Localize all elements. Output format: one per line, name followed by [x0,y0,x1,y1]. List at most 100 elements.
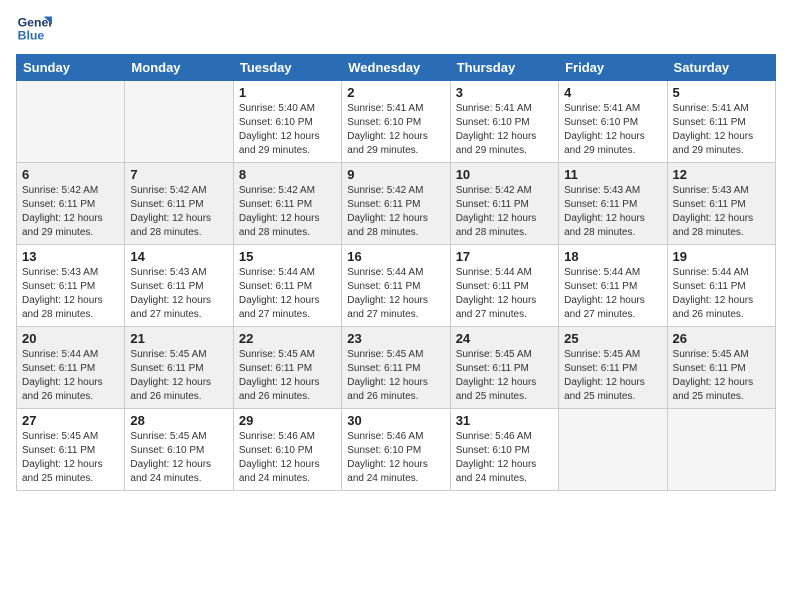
calendar: SundayMondayTuesdayWednesdayThursdayFrid… [16,54,776,491]
day-number: 25 [564,331,661,346]
day-number: 13 [22,249,119,264]
day-number: 4 [564,85,661,100]
calendar-cell: 14 Sunrise: 5:43 AM Sunset: 6:11 PM Dayli… [125,245,233,327]
weekday-header-friday: Friday [559,55,667,81]
calendar-cell: 29 Sunrise: 5:46 AM Sunset: 6:10 PM Dayli… [233,409,341,491]
day-number: 30 [347,413,444,428]
calendar-cell: 27 Sunrise: 5:45 AM Sunset: 6:11 PM Dayli… [17,409,125,491]
day-number: 11 [564,167,661,182]
calendar-cell: 13 Sunrise: 5:43 AM Sunset: 6:11 PM Dayli… [17,245,125,327]
weekday-header-monday: Monday [125,55,233,81]
calendar-cell: 9 Sunrise: 5:42 AM Sunset: 6:11 PM Daylig… [342,163,450,245]
day-info: Sunrise: 5:40 AM Sunset: 6:10 PM Dayligh… [239,102,336,158]
day-info: Sunrise: 5:44 AM Sunset: 6:11 PM Dayligh… [239,266,336,322]
weekday-header-wednesday: Wednesday [342,55,450,81]
calendar-cell: 26Sunrise: 5:45 AM Sunset: 6:11 PM Dayli… [667,327,775,409]
day-number: 17 [456,249,553,264]
calendar-week-row: 27 Sunrise: 5:45 AM Sunset: 6:11 PM Dayli… [17,409,776,491]
calendar-cell: 6Sunrise: 5:42 AM Sunset: 6:11 PM Daylig… [17,163,125,245]
page: General Blue SundayMondayTuesdayWednesda… [0,0,792,612]
calendar-cell: 4 Sunrise: 5:41 AM Sunset: 6:10 PM Daylig… [559,81,667,163]
day-number: 15 [239,249,336,264]
calendar-week-row: 1 Sunrise: 5:40 AM Sunset: 6:10 PM Daylig… [17,81,776,163]
day-number: 14 [130,249,227,264]
day-number: 29 [239,413,336,428]
day-info: Sunrise: 5:45 AM Sunset: 6:10 PM Dayligh… [130,430,227,486]
day-info: Sunrise: 5:42 AM Sunset: 6:11 PM Dayligh… [347,184,444,240]
day-info: Sunrise: 5:41 AM Sunset: 6:10 PM Dayligh… [564,102,661,158]
day-info: Sunrise: 5:44 AM Sunset: 6:11 PM Dayligh… [564,266,661,322]
day-info: Sunrise: 5:43 AM Sunset: 6:11 PM Dayligh… [130,266,227,322]
calendar-cell [559,409,667,491]
day-number: 22 [239,331,336,346]
day-number: 2 [347,85,444,100]
weekday-header-tuesday: Tuesday [233,55,341,81]
day-info: Sunrise: 5:46 AM Sunset: 6:10 PM Dayligh… [239,430,336,486]
day-info: Sunrise: 5:44 AM Sunset: 6:11 PM Dayligh… [456,266,553,322]
day-info: Sunrise: 5:41 AM Sunset: 6:10 PM Dayligh… [456,102,553,158]
calendar-cell: 28Sunrise: 5:45 AM Sunset: 6:10 PM Dayli… [125,409,233,491]
calendar-cell: 5 Sunrise: 5:41 AM Sunset: 6:11 PM Daylig… [667,81,775,163]
calendar-cell: 16 Sunrise: 5:44 AM Sunset: 6:11 PM Dayli… [342,245,450,327]
day-info: Sunrise: 5:45 AM Sunset: 6:11 PM Dayligh… [22,430,119,486]
calendar-cell: 3Sunrise: 5:41 AM Sunset: 6:10 PM Daylig… [450,81,558,163]
calendar-week-row: 6Sunrise: 5:42 AM Sunset: 6:11 PM Daylig… [17,163,776,245]
calendar-cell: 15 Sunrise: 5:44 AM Sunset: 6:11 PM Dayli… [233,245,341,327]
day-info: Sunrise: 5:41 AM Sunset: 6:11 PM Dayligh… [673,102,770,158]
day-info: Sunrise: 5:45 AM Sunset: 6:11 PM Dayligh… [456,348,553,404]
calendar-cell: 24 Sunrise: 5:45 AM Sunset: 6:11 PM Dayli… [450,327,558,409]
calendar-week-row: 20 Sunrise: 5:44 AM Sunset: 6:11 PM Dayli… [17,327,776,409]
day-number: 18 [564,249,661,264]
logo-icon: General Blue [16,10,52,46]
day-number: 5 [673,85,770,100]
day-info: Sunrise: 5:42 AM Sunset: 6:11 PM Dayligh… [130,184,227,240]
day-info: Sunrise: 5:46 AM Sunset: 6:10 PM Dayligh… [347,430,444,486]
header: General Blue [16,10,776,46]
weekday-header-thursday: Thursday [450,55,558,81]
day-number: 24 [456,331,553,346]
day-number: 21 [130,331,227,346]
calendar-cell: 18 Sunrise: 5:44 AM Sunset: 6:11 PM Dayli… [559,245,667,327]
day-number: 20 [22,331,119,346]
day-info: Sunrise: 5:44 AM Sunset: 6:11 PM Dayligh… [347,266,444,322]
day-number: 27 [22,413,119,428]
weekday-header-saturday: Saturday [667,55,775,81]
calendar-cell: 21 Sunrise: 5:45 AM Sunset: 6:11 PM Dayli… [125,327,233,409]
calendar-cell: 20 Sunrise: 5:44 AM Sunset: 6:11 PM Dayli… [17,327,125,409]
calendar-cell: 8Sunrise: 5:42 AM Sunset: 6:11 PM Daylig… [233,163,341,245]
day-number: 8 [239,167,336,182]
logo: General Blue [16,10,52,46]
day-info: Sunrise: 5:41 AM Sunset: 6:10 PM Dayligh… [347,102,444,158]
calendar-cell: 7 Sunrise: 5:42 AM Sunset: 6:11 PM Daylig… [125,163,233,245]
calendar-cell: 22 Sunrise: 5:45 AM Sunset: 6:11 PM Dayli… [233,327,341,409]
day-info: Sunrise: 5:44 AM Sunset: 6:11 PM Dayligh… [673,266,770,322]
calendar-cell: 25 Sunrise: 5:45 AM Sunset: 6:11 PM Dayli… [559,327,667,409]
calendar-cell: 19Sunrise: 5:44 AM Sunset: 6:11 PM Dayli… [667,245,775,327]
day-info: Sunrise: 5:43 AM Sunset: 6:11 PM Dayligh… [673,184,770,240]
day-info: Sunrise: 5:43 AM Sunset: 6:11 PM Dayligh… [564,184,661,240]
day-info: Sunrise: 5:43 AM Sunset: 6:11 PM Dayligh… [22,266,119,322]
day-info: Sunrise: 5:45 AM Sunset: 6:11 PM Dayligh… [347,348,444,404]
calendar-cell: 10Sunrise: 5:42 AM Sunset: 6:11 PM Dayli… [450,163,558,245]
calendar-cell: 30 Sunrise: 5:46 AM Sunset: 6:10 PM Dayli… [342,409,450,491]
day-number: 1 [239,85,336,100]
day-info: Sunrise: 5:44 AM Sunset: 6:11 PM Dayligh… [22,348,119,404]
day-number: 16 [347,249,444,264]
calendar-cell: 12 Sunrise: 5:43 AM Sunset: 6:11 PM Dayli… [667,163,775,245]
calendar-week-row: 13 Sunrise: 5:43 AM Sunset: 6:11 PM Dayli… [17,245,776,327]
day-number: 7 [130,167,227,182]
calendar-cell [125,81,233,163]
day-info: Sunrise: 5:42 AM Sunset: 6:11 PM Dayligh… [22,184,119,240]
calendar-cell: 11 Sunrise: 5:43 AM Sunset: 6:11 PM Dayli… [559,163,667,245]
weekday-header-sunday: Sunday [17,55,125,81]
day-info: Sunrise: 5:45 AM Sunset: 6:11 PM Dayligh… [239,348,336,404]
day-info: Sunrise: 5:45 AM Sunset: 6:11 PM Dayligh… [130,348,227,404]
calendar-cell [667,409,775,491]
calendar-cell [17,81,125,163]
day-info: Sunrise: 5:45 AM Sunset: 6:11 PM Dayligh… [564,348,661,404]
day-number: 9 [347,167,444,182]
day-number: 26 [673,331,770,346]
day-number: 12 [673,167,770,182]
svg-text:Blue: Blue [18,28,45,42]
calendar-cell: 23Sunrise: 5:45 AM Sunset: 6:11 PM Dayli… [342,327,450,409]
